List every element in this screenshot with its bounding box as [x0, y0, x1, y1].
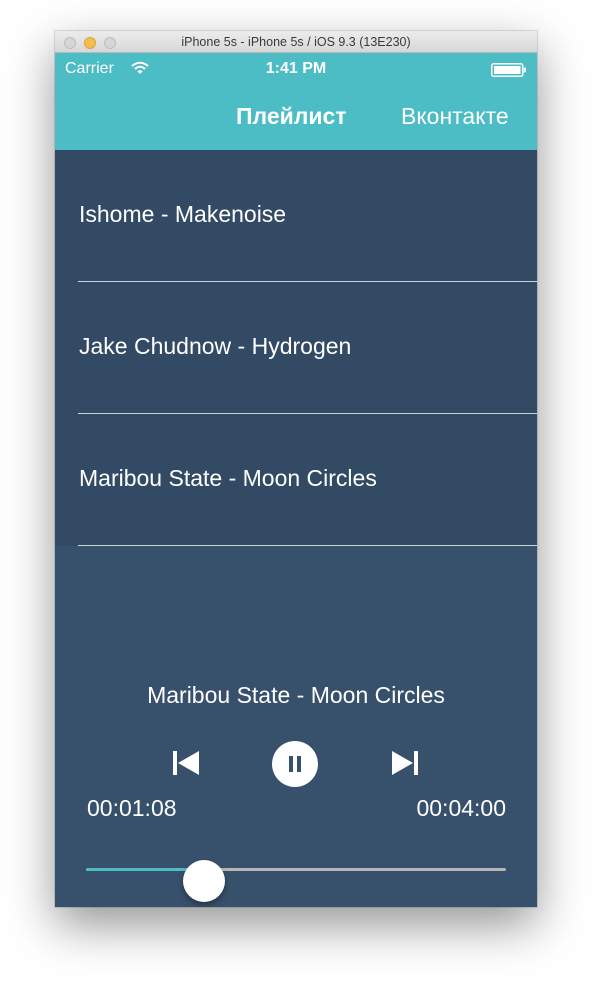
- next-track-button[interactable]: [388, 749, 422, 777]
- track-title: Maribou State - Moon Circles: [79, 465, 377, 491]
- window-titlebar: iPhone 5s - iPhone 5s / iOS 9.3 (13E230): [55, 31, 537, 53]
- tab-vkontakte[interactable]: Вконтакте: [401, 103, 509, 130]
- elapsed-time: 00:01:08: [87, 795, 177, 821]
- window-title: iPhone 5s - iPhone 5s / iOS 9.3 (13E230): [181, 35, 411, 49]
- player-panel: Maribou State - Moon Circles 00:01:08 00…: [55, 546, 537, 907]
- status-time: 1:41 PM: [265, 60, 327, 77]
- navigation-bar: Carrier 1:41 PM Плейлист Вконтакте: [55, 53, 537, 150]
- playlist: Ishome - Makenoise Jake Chudnow - Hydrog…: [55, 150, 537, 546]
- tab-playlist[interactable]: Плейлист: [236, 103, 347, 130]
- now-playing-title: Maribou State - Moon Circles: [147, 682, 445, 708]
- track-title: Jake Chudnow - Hydrogen: [79, 333, 352, 359]
- slider-track: [86, 860, 506, 902]
- previous-track-button[interactable]: [169, 749, 203, 777]
- pause-button[interactable]: [272, 741, 318, 787]
- next-icon: [392, 751, 418, 775]
- status-bar: Carrier 1:41 PM: [55, 53, 537, 85]
- track-title: Ishome - Makenoise: [79, 201, 287, 227]
- playlist-item[interactable]: Jake Chudnow - Hydrogen: [55, 282, 537, 414]
- pause-icon: [272, 741, 318, 787]
- playlist-item[interactable]: Ishome - Makenoise: [55, 150, 537, 282]
- simulator-window: iPhone 5s - iPhone 5s / iOS 9.3 (13E230)…: [55, 31, 537, 907]
- previous-icon: [173, 751, 199, 775]
- slider-thumb[interactable]: [182, 860, 225, 902]
- playlist-item[interactable]: Maribou State - Moon Circles: [55, 414, 537, 546]
- progress-slider[interactable]: [86, 856, 506, 902]
- total-duration: 00:04:00: [416, 795, 506, 821]
- battery-icon: [491, 63, 526, 77]
